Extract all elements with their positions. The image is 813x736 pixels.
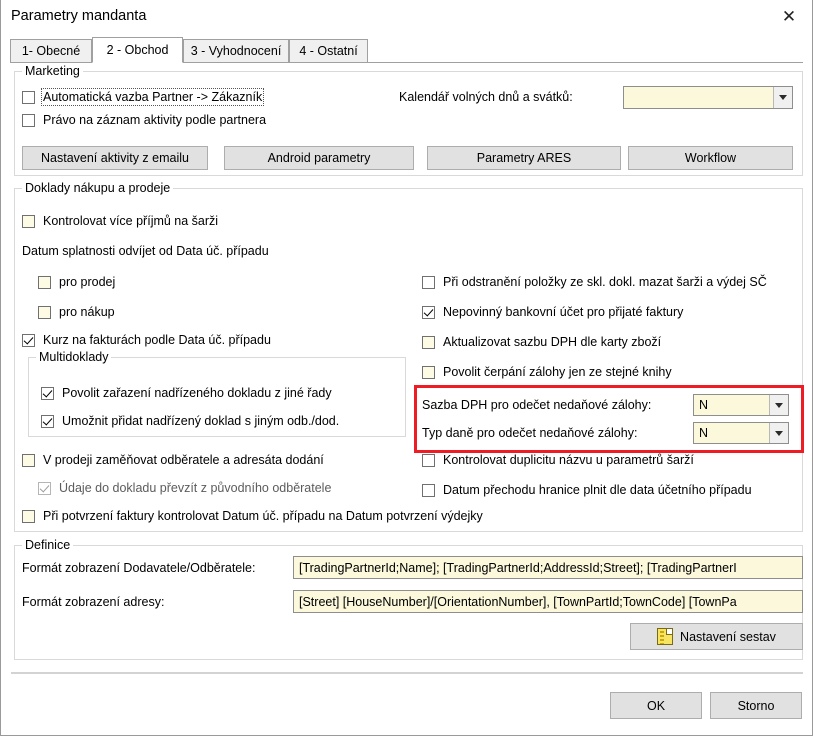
checkbox-kontrolovat-prijmu[interactable]: Kontrolovat více příjmů na šarži xyxy=(22,214,218,228)
tab-obchod[interactable]: 2 - Obchod xyxy=(92,37,183,63)
checkbox-v-prodeji-zamenovat[interactable]: V prodeji zaměňovat odběratele a adresát… xyxy=(22,453,324,467)
checkbox-aktualizovat-sazbu-dph[interactable]: Aktualizovat sazbu DPH dle karty zboží xyxy=(422,335,661,349)
definitions-group-title: Definice xyxy=(22,538,74,552)
checkbox-kontrolovat-duplicitu[interactable]: Kontrolovat duplicitu názvu u parametrů … xyxy=(422,453,694,467)
checkbox-label: Povolit zařazení nadřízeného dokladu z j… xyxy=(62,386,332,400)
checkbox-pri-odstraneni-polozky[interactable]: Při odstranění položky ze skl. dokl. maz… xyxy=(422,275,767,289)
checkbox-label: Nepovinný bankovní účet pro přijaté fakt… xyxy=(443,305,684,319)
checkbox-label: Umožnit přidat nadřízený doklad s jiným … xyxy=(62,414,340,428)
ares-parameters-button[interactable]: Parametry ARES xyxy=(427,146,621,170)
vat-rate-combo[interactable]: N xyxy=(693,394,789,416)
checkbox-label: pro prodej xyxy=(59,275,116,289)
checkbox-label: Při odstranění položky ze skl. dokl. maz… xyxy=(443,275,767,289)
marketing-group-title: Marketing xyxy=(22,64,83,78)
checkbox-label: Datum přechodu hranice plnit dle data úč… xyxy=(443,483,752,497)
chevron-down-icon[interactable] xyxy=(769,423,788,443)
email-activity-settings-button[interactable]: Nastavení aktivity z emailu xyxy=(22,146,208,170)
multidocs-group-title: Multidoklady xyxy=(36,350,112,364)
checkbox-box xyxy=(422,454,435,467)
title-bar: Parametry mandanta ✕ xyxy=(1,0,812,35)
address-format-input[interactable]: [Street] [HouseNumber]/[OrientationNumbe… xyxy=(293,590,803,613)
checkbox-label: Kurz na fakturách podle Data úč. případu xyxy=(43,333,271,347)
checkbox-box xyxy=(422,306,435,319)
checkbox-pri-potvrzeni-faktury[interactable]: Při potvrzení faktury kontrolovat Datum … xyxy=(22,509,483,523)
cancel-button[interactable]: Storno xyxy=(710,692,802,719)
checkbox-povolit-cerpani-zalohy[interactable]: Povolit čerpání zálohy jen ze stejné kni… xyxy=(422,365,672,379)
checkbox-box xyxy=(22,114,35,127)
checkbox-pravo-aktivity[interactable]: Právo na záznam aktivity podle partnera xyxy=(22,113,266,127)
checkbox-label: Povolit čerpání zálohy jen ze stejné kni… xyxy=(443,365,672,379)
supplier-format-label: Formát zobrazení Dodavatele/Odběratele: xyxy=(22,561,256,575)
checkbox-box xyxy=(422,336,435,349)
checkbox-box xyxy=(41,415,54,428)
checkbox-box xyxy=(422,366,435,379)
tab-ostatni[interactable]: 4 - Ostatní xyxy=(289,39,368,63)
tab-obecne[interactable]: 1- Obecné xyxy=(10,39,92,63)
checkbox-pro-prodej[interactable]: pro prodej xyxy=(38,275,115,289)
supplier-format-input[interactable]: [TradingPartnerId;Name]; [TradingPartner… xyxy=(293,556,803,579)
dialog-window: Parametry mandanta ✕ 1- Obecné 2 - Obcho… xyxy=(0,0,813,736)
checkbox-label: Právo na záznam aktivity podle partnera xyxy=(43,113,267,127)
report-settings-button-label: Nastavení sestav xyxy=(680,629,776,644)
checkbox-povolit-zarazeni[interactable]: Povolit zařazení nadřízeného dokladu z j… xyxy=(41,386,332,400)
chevron-down-icon[interactable] xyxy=(769,395,788,415)
checkbox-box xyxy=(422,276,435,289)
address-format-value: [Street] [HouseNumber]/[OrientationNumbe… xyxy=(299,594,737,609)
android-parameters-button[interactable]: Android parametry xyxy=(224,146,414,170)
checkbox-label: Údaje do dokladu převzít z původního odb… xyxy=(59,481,332,495)
tax-type-combo[interactable]: N xyxy=(693,422,789,444)
calendar-label: Kalendář volných dnů a svátků: xyxy=(399,90,573,104)
checkbox-box xyxy=(38,482,51,495)
tab-vyhodnoceni[interactable]: 3 - Vyhodnocení xyxy=(183,39,289,63)
checkbox-box xyxy=(22,91,35,104)
checkbox-box xyxy=(22,334,35,347)
checkbox-nepovinny-bankovni-ucet[interactable]: Nepovinný bankovní účet pro přijaté fakt… xyxy=(422,305,683,319)
address-format-label: Formát zobrazení adresy: xyxy=(22,595,165,609)
documents-group-title: Doklady nákupu a prodeje xyxy=(22,181,174,195)
checkbox-box xyxy=(22,510,35,523)
close-icon[interactable]: ✕ xyxy=(766,0,812,34)
checkbox-pro-nakup[interactable]: pro nákup xyxy=(38,305,115,319)
tax-type-combo-value: N xyxy=(699,426,709,440)
vat-rate-combo-value: N xyxy=(699,398,709,412)
supplier-format-value: [TradingPartnerId;Name]; [TradingPartner… xyxy=(299,560,737,575)
calendar-combo[interactable] xyxy=(623,86,793,109)
tab-bar: 1- Obecné 2 - Obchod 3 - Vyhodnocení 4 -… xyxy=(10,37,803,63)
checkbox-label: Při potvrzení faktury kontrolovat Datum … xyxy=(43,509,483,523)
vat-rate-label: Sazba DPH pro odečet nedaňové zálohy: xyxy=(422,398,652,412)
checkbox-datum-prechodu-hranice[interactable]: Datum přechodu hranice plnit dle data úč… xyxy=(422,483,752,497)
report-document-icon xyxy=(657,628,674,645)
checkbox-label: Kontrolovat více příjmů na šarži xyxy=(43,214,219,228)
footer-separator xyxy=(11,672,803,674)
checkbox-udaje-do-dokladu: Údaje do dokladu převzít z původního odb… xyxy=(38,481,331,495)
checkbox-box xyxy=(38,276,51,289)
window-title: Parametry mandanta xyxy=(11,8,147,24)
chevron-down-icon[interactable] xyxy=(773,87,792,108)
checkbox-label: pro nákup xyxy=(59,305,115,319)
checkbox-label: V prodeji zaměňovat odběratele a adresát… xyxy=(43,453,324,467)
due-date-label: Datum splatnosti odvíjet od Data úč. pří… xyxy=(22,244,269,258)
checkbox-box xyxy=(422,484,435,497)
ok-button[interactable]: OK xyxy=(610,692,702,719)
checkbox-automaticka-vazba[interactable]: Automatická vazba Partner -> Zákazník xyxy=(22,88,265,106)
workflow-button[interactable]: Workflow xyxy=(628,146,793,170)
tax-type-label: Typ daně pro odečet nedaňové zálohy: xyxy=(422,426,638,440)
checkbox-label: Aktualizovat sazbu DPH dle karty zboží xyxy=(443,335,662,349)
checkbox-label: Kontrolovat duplicitu názvu u parametrů … xyxy=(443,453,694,467)
report-settings-button[interactable]: Nastavení sestav xyxy=(630,623,803,650)
checkbox-umoznit-pridat[interactable]: Umožnit přidat nadřízený doklad s jiným … xyxy=(41,414,339,428)
checkbox-box xyxy=(22,215,35,228)
checkbox-label: Automatická vazba Partner -> Zákazník xyxy=(40,88,265,106)
checkbox-box xyxy=(41,387,54,400)
checkbox-kurz-na-fakturach[interactable]: Kurz na fakturách podle Data úč. případu xyxy=(22,333,271,347)
checkbox-box xyxy=(22,454,35,467)
checkbox-box xyxy=(38,306,51,319)
